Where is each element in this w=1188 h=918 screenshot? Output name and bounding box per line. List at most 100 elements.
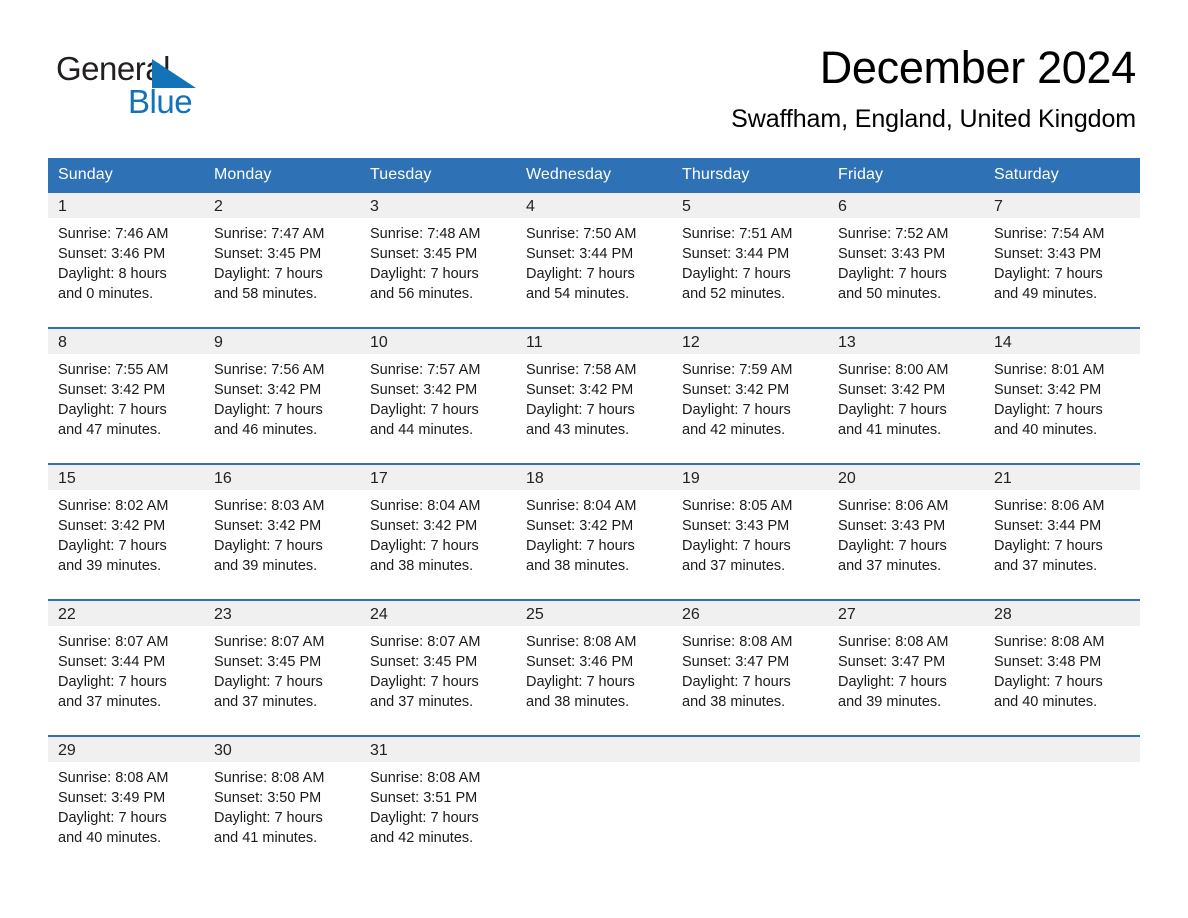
daylight-text-line2: and 37 minutes. [682,558,786,574]
day-cell[interactable]: 22 Sunrise: 8:07 AM Sunset: 3:44 PM Dayl… [48,599,204,736]
sunset-text: Sunset: 3:44 PM [994,518,1102,534]
weekday-header-thursday: Thursday [672,158,828,193]
day-number: 19 [672,465,828,490]
daylight-text-line2: and 58 minutes. [214,286,318,302]
day-cell[interactable]: 12 Sunrise: 7:59 AM Sunset: 3:42 PM Dayl… [672,327,828,464]
sunrise-text: Sunrise: 8:08 AM [214,770,325,786]
day-cell-empty [516,735,672,871]
day-cell[interactable]: 2 Sunrise: 7:47 AM Sunset: 3:45 PM Dayli… [204,193,360,328]
calendar-table: Sunday Monday Tuesday Wednesday Thursday… [48,158,1140,871]
daylight-text-line2: and 41 minutes. [214,830,318,846]
calendar-body: 1 Sunrise: 7:46 AM Sunset: 3:46 PM Dayli… [48,193,1140,871]
day-cell[interactable]: 31 Sunrise: 8:08 AM Sunset: 3:51 PM Dayl… [360,735,516,871]
day-cell[interactable]: 11 Sunrise: 7:58 AM Sunset: 3:42 PM Dayl… [516,327,672,464]
week-row: 29 Sunrise: 8:08 AM Sunset: 3:49 PM Dayl… [48,735,1140,871]
day-cell[interactable]: 25 Sunrise: 8:08 AM Sunset: 3:46 PM Dayl… [516,599,672,736]
daylight-text-line2: and 37 minutes. [838,558,942,574]
sunset-text: Sunset: 3:51 PM [370,790,478,806]
day-cell[interactable]: 1 Sunrise: 7:46 AM Sunset: 3:46 PM Dayli… [48,193,204,328]
daylight-text-line2: and 43 minutes. [526,422,630,438]
sunrise-text: Sunrise: 8:08 AM [994,634,1105,650]
sunset-text: Sunset: 3:43 PM [994,246,1102,262]
day-cell-empty [984,735,1140,871]
day-cell[interactable]: 18 Sunrise: 8:04 AM Sunset: 3:42 PM Dayl… [516,463,672,600]
day-details: Sunrise: 8:08 AM Sunset: 3:49 PM Dayligh… [48,762,204,848]
day-cell[interactable]: 5 Sunrise: 7:51 AM Sunset: 3:44 PM Dayli… [672,193,828,328]
sunset-text: Sunset: 3:47 PM [838,654,946,670]
day-number: 15 [48,465,204,490]
day-number: 16 [204,465,360,490]
day-number: 17 [360,465,516,490]
day-cell[interactable]: 3 Sunrise: 7:48 AM Sunset: 3:45 PM Dayli… [360,193,516,328]
day-cell[interactable]: 6 Sunrise: 7:52 AM Sunset: 3:43 PM Dayli… [828,193,984,328]
day-cell[interactable]: 15 Sunrise: 8:02 AM Sunset: 3:42 PM Dayl… [48,463,204,600]
day-number [672,737,828,762]
day-cell[interactable]: 8 Sunrise: 7:55 AM Sunset: 3:42 PM Dayli… [48,327,204,464]
daylight-text-line2: and 50 minutes. [838,286,942,302]
day-cell[interactable]: 30 Sunrise: 8:08 AM Sunset: 3:50 PM Dayl… [204,735,360,871]
sunrise-text: Sunrise: 7:52 AM [838,226,949,242]
day-number: 25 [516,601,672,626]
day-cell[interactable]: 29 Sunrise: 8:08 AM Sunset: 3:49 PM Dayl… [48,735,204,871]
sunrise-text: Sunrise: 8:08 AM [838,634,949,650]
day-details: Sunrise: 8:08 AM Sunset: 3:48 PM Dayligh… [984,626,1140,712]
weekday-header-monday: Monday [204,158,360,193]
day-cell[interactable]: 4 Sunrise: 7:50 AM Sunset: 3:44 PM Dayli… [516,193,672,328]
sunrise-text: Sunrise: 8:08 AM [58,770,169,786]
day-cell[interactable]: 10 Sunrise: 7:57 AM Sunset: 3:42 PM Dayl… [360,327,516,464]
day-cell[interactable]: 21 Sunrise: 8:06 AM Sunset: 3:44 PM Dayl… [984,463,1140,600]
sunrise-text: Sunrise: 8:07 AM [214,634,325,650]
calendar-page: General Blue December 2024 Swaffham, Eng… [0,0,1188,918]
sunrise-text: Sunrise: 7:50 AM [526,226,637,242]
weekday-header-friday: Friday [828,158,984,193]
day-number: 11 [516,329,672,354]
day-number: 5 [672,193,828,218]
daylight-text-line1: Daylight: 7 hours [994,402,1103,418]
day-details: Sunrise: 8:02 AM Sunset: 3:42 PM Dayligh… [48,490,204,576]
daylight-text-line1: Daylight: 7 hours [214,538,323,554]
daylight-text-line2: and 39 minutes. [58,558,162,574]
daylight-text-line1: Daylight: 7 hours [526,674,635,690]
sunset-text: Sunset: 3:44 PM [526,246,634,262]
day-details: Sunrise: 8:03 AM Sunset: 3:42 PM Dayligh… [204,490,360,576]
daylight-text-line1: Daylight: 7 hours [370,810,479,826]
daylight-text-line1: Daylight: 7 hours [58,674,167,690]
sunrise-text: Sunrise: 7:48 AM [370,226,481,242]
day-cell[interactable]: 16 Sunrise: 8:03 AM Sunset: 3:42 PM Dayl… [204,463,360,600]
day-details: Sunrise: 8:08 AM Sunset: 3:51 PM Dayligh… [360,762,516,848]
day-cell[interactable]: 19 Sunrise: 8:05 AM Sunset: 3:43 PM Dayl… [672,463,828,600]
day-cell[interactable]: 28 Sunrise: 8:08 AM Sunset: 3:48 PM Dayl… [984,599,1140,736]
sunrise-text: Sunrise: 7:57 AM [370,362,481,378]
day-details: Sunrise: 8:07 AM Sunset: 3:45 PM Dayligh… [204,626,360,712]
day-cell[interactable]: 13 Sunrise: 8:00 AM Sunset: 3:42 PM Dayl… [828,327,984,464]
day-number: 28 [984,601,1140,626]
day-details: Sunrise: 7:51 AM Sunset: 3:44 PM Dayligh… [672,218,828,304]
day-number: 3 [360,193,516,218]
day-cell[interactable]: 7 Sunrise: 7:54 AM Sunset: 3:43 PM Dayli… [984,193,1140,328]
day-details: Sunrise: 8:08 AM Sunset: 3:46 PM Dayligh… [516,626,672,712]
day-cell[interactable]: 24 Sunrise: 8:07 AM Sunset: 3:45 PM Dayl… [360,599,516,736]
sunrise-text: Sunrise: 8:07 AM [58,634,169,650]
daylight-text-line1: Daylight: 7 hours [214,402,323,418]
day-number [828,737,984,762]
daylight-text-line2: and 40 minutes. [994,422,1098,438]
sunset-text: Sunset: 3:44 PM [682,246,790,262]
day-cell[interactable]: 23 Sunrise: 8:07 AM Sunset: 3:45 PM Dayl… [204,599,360,736]
sunset-text: Sunset: 3:42 PM [838,382,946,398]
day-details: Sunrise: 7:47 AM Sunset: 3:45 PM Dayligh… [204,218,360,304]
daylight-text-line1: Daylight: 7 hours [838,538,947,554]
day-number: 22 [48,601,204,626]
sunrise-text: Sunrise: 8:08 AM [526,634,637,650]
day-cell[interactable]: 26 Sunrise: 8:08 AM Sunset: 3:47 PM Dayl… [672,599,828,736]
daylight-text-line2: and 37 minutes. [370,694,474,710]
day-cell[interactable]: 27 Sunrise: 8:08 AM Sunset: 3:47 PM Dayl… [828,599,984,736]
daylight-text-line1: Daylight: 7 hours [214,674,323,690]
daylight-text-line1: Daylight: 7 hours [214,266,323,282]
day-cell[interactable]: 14 Sunrise: 8:01 AM Sunset: 3:42 PM Dayl… [984,327,1140,464]
day-cell[interactable]: 17 Sunrise: 8:04 AM Sunset: 3:42 PM Dayl… [360,463,516,600]
day-cell[interactable]: 20 Sunrise: 8:06 AM Sunset: 3:43 PM Dayl… [828,463,984,600]
daylight-text-line1: Daylight: 7 hours [838,266,947,282]
day-cell[interactable]: 9 Sunrise: 7:56 AM Sunset: 3:42 PM Dayli… [204,327,360,464]
daylight-text-line2: and 49 minutes. [994,286,1098,302]
daylight-text-line2: and 41 minutes. [838,422,942,438]
